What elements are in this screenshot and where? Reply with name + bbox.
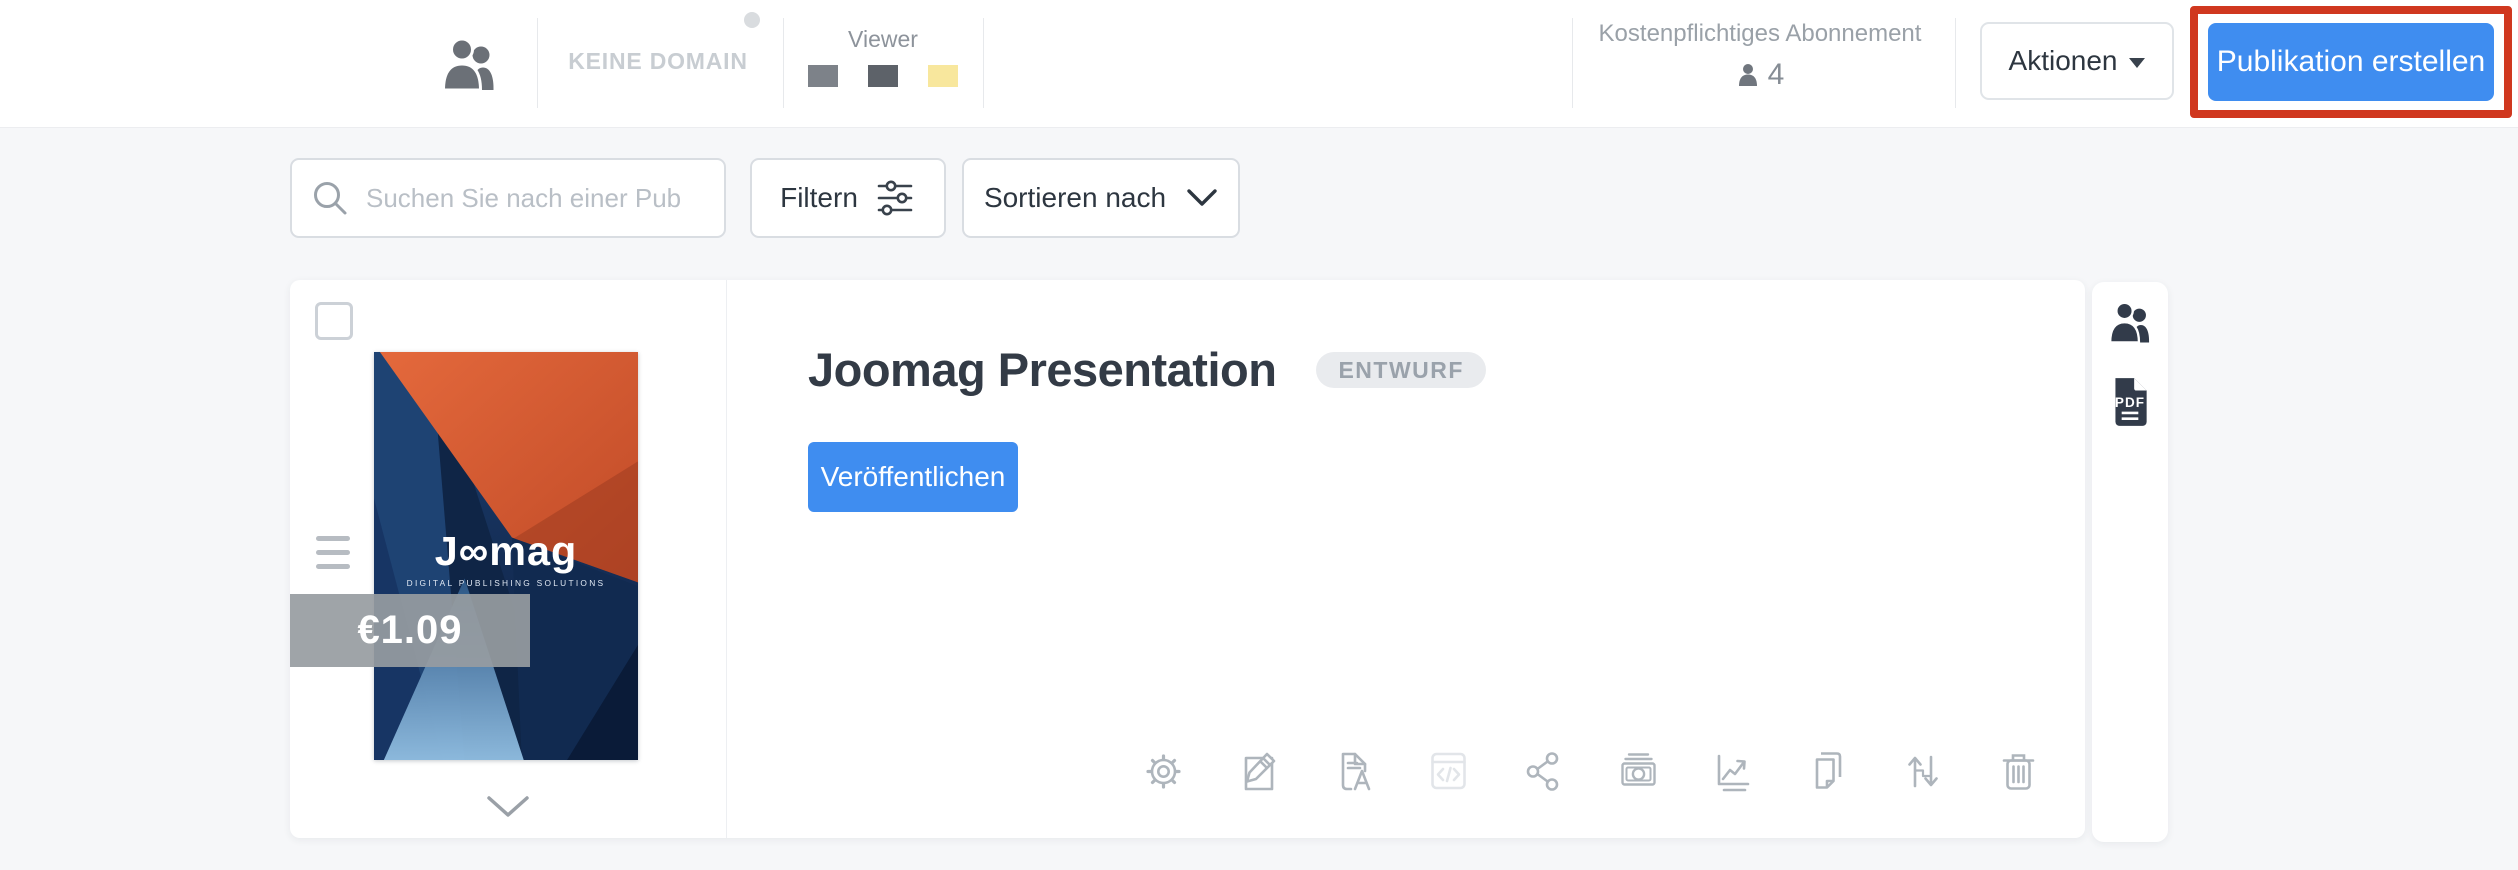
- divider: [1572, 18, 1573, 108]
- search-input[interactable]: [364, 182, 706, 215]
- divider: [537, 18, 538, 108]
- expand-chevron-button[interactable]: [486, 792, 530, 822]
- annotation-highlight-box: Publikation erstellen: [2190, 6, 2512, 118]
- pdf-download-icon[interactable]: PDF: [2109, 376, 2151, 428]
- status-badge: ENTWURF: [1316, 352, 1485, 388]
- domain-status[interactable]: KEINE DOMAIN: [550, 48, 766, 75]
- filter-button[interactable]: Filtern: [750, 158, 946, 238]
- filter-sliders-icon: [874, 177, 916, 219]
- palette-swatch: [808, 65, 838, 87]
- subscription-count: 4: [1768, 58, 1785, 92]
- text-document-icon[interactable]: [1331, 749, 1376, 794]
- delete-trash-icon[interactable]: [1996, 749, 2041, 794]
- actions-label: Aktionen: [2009, 45, 2118, 77]
- title-row: Joomag Presentation ENTWURF: [808, 344, 1486, 396]
- card-side-rail: PDF: [2092, 282, 2168, 842]
- divider: [1955, 18, 1956, 108]
- stats-icon[interactable]: [1711, 749, 1756, 794]
- status-dot-icon: [744, 12, 760, 28]
- publication-cover[interactable]: J∞mag DIGITAL PUBLISHING SOLUTIONS: [374, 352, 638, 760]
- edit-icon[interactable]: [1236, 749, 1281, 794]
- cover-tagline: DIGITAL PUBLISHING SOLUTIONS: [407, 578, 606, 588]
- subscription-status: Kostenpflichtiges Abonnement 4: [1580, 20, 1940, 92]
- viewer-theme[interactable]: Viewer: [800, 26, 966, 87]
- card-content: Joomag Presentation ENTWURF Veröffentlic…: [726, 280, 2085, 838]
- viewer-label: Viewer: [848, 26, 918, 52]
- cover-logo: J∞mag: [435, 528, 577, 574]
- reorder-icon[interactable]: [1901, 749, 1946, 794]
- publication-actions: [1141, 749, 2041, 794]
- divider: [983, 18, 984, 108]
- filter-label: Filtern: [780, 182, 858, 214]
- sort-button[interactable]: Sortieren nach: [962, 158, 1240, 238]
- theme-palette: [800, 65, 966, 87]
- settings-icon[interactable]: [1141, 749, 1186, 794]
- cover-panel: J∞mag DIGITAL PUBLISHING SOLUTIONS €1.09: [290, 280, 727, 838]
- subscription-label: Kostenpflichtiges Abonnement: [1580, 20, 1940, 48]
- readers-icon[interactable]: [2107, 302, 2153, 344]
- divider: [783, 18, 784, 108]
- publication-title: Joomag Presentation: [808, 344, 1276, 396]
- domain-label: KEINE DOMAIN: [568, 48, 748, 74]
- publications-page: KEINE DOMAIN Viewer Kostenpflichtiges Ab…: [0, 0, 2518, 870]
- pdf-label: PDF: [2115, 395, 2145, 410]
- chevron-down-icon: [486, 795, 530, 819]
- search-icon: [310, 178, 350, 218]
- top-toolbar: KEINE DOMAIN Viewer Kostenpflichtiges Ab…: [0, 0, 2518, 128]
- filters-row: Filtern Sortieren nach: [0, 158, 2518, 238]
- user-icon: [1736, 63, 1760, 87]
- actions-button[interactable]: Aktionen: [1980, 22, 2174, 100]
- chevron-down-icon: [1186, 188, 1218, 208]
- publication-card: J∞mag DIGITAL PUBLISHING SOLUTIONS €1.09…: [290, 280, 2085, 838]
- search-box[interactable]: [290, 158, 726, 238]
- select-checkbox[interactable]: [315, 302, 353, 340]
- palette-swatch: [928, 65, 958, 87]
- publish-button[interactable]: Veröffentlichen: [808, 442, 1018, 512]
- sell-money-icon[interactable]: [1616, 749, 1661, 794]
- drag-handle-icon[interactable]: [316, 536, 350, 578]
- price-badge: €1.09: [290, 594, 530, 667]
- sort-label: Sortieren nach: [984, 182, 1166, 214]
- caret-down-icon: [2129, 58, 2145, 68]
- palette-swatch: [868, 65, 898, 87]
- price-value: €1.09: [357, 608, 462, 653]
- duplicate-icon[interactable]: [1806, 749, 1851, 794]
- embed-code-icon[interactable]: [1426, 749, 1471, 794]
- team-icon[interactable]: [440, 38, 498, 92]
- share-icon[interactable]: [1521, 749, 1566, 794]
- create-publication-button[interactable]: Publikation erstellen: [2208, 23, 2494, 101]
- palette-swatch: [898, 65, 928, 87]
- palette-swatch: [838, 65, 868, 87]
